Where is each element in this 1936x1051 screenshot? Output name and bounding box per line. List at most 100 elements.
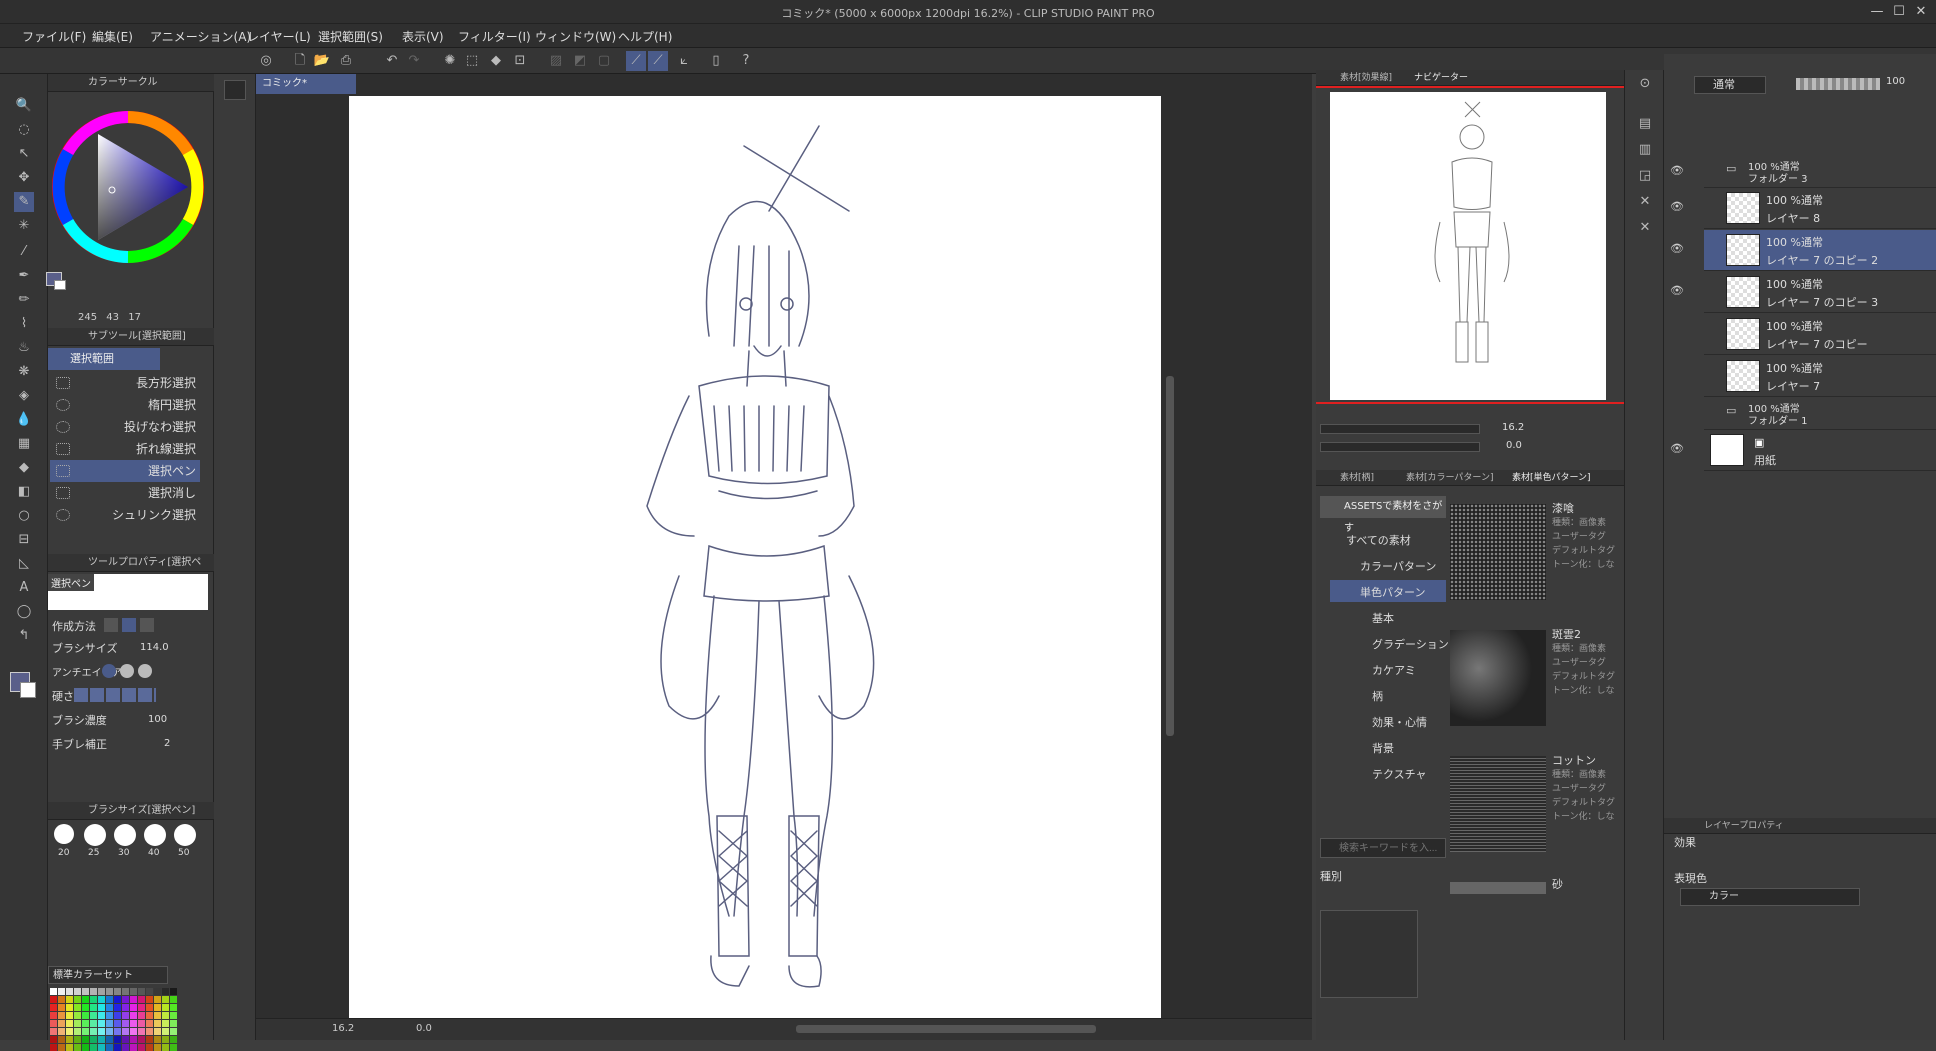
color-swatch[interactable] [162,988,169,995]
nav-rotate-slider[interactable] [1320,442,1480,452]
color-swatch[interactable] [58,988,65,995]
color-swatch[interactable] [114,1044,121,1051]
canvas-tab[interactable]: コミック* [256,74,356,94]
color-swatch[interactable] [114,1028,121,1035]
color-swatch[interactable] [82,1004,89,1011]
tree-basic[interactable]: 基本 [1372,610,1394,626]
eye-icon[interactable]: 👁 [1670,442,1684,455]
sub-tool-rect-select[interactable]: 長方形選択 [50,372,200,394]
fill-icon[interactable]: ◆ [486,51,506,71]
color-swatch[interactable] [98,996,105,1003]
balloon-tool-icon[interactable]: ◯ [14,602,34,622]
material-x-icon[interactable]: ✕ [1635,192,1655,212]
color-swatch[interactable] [66,996,73,1003]
operation-tool-icon[interactable]: ↖ [14,144,34,164]
color-swatch[interactable] [138,1004,145,1011]
material-thumb-spotcloud[interactable] [1450,630,1546,726]
color-wheel[interactable] [50,108,210,268]
color-swatch[interactable] [130,1004,137,1011]
color-swatch[interactable] [98,1004,105,1011]
layer-row[interactable]: 100 %通常 レイヤー 7 [1704,356,1936,397]
menu-view[interactable]: 表示(V) [402,28,444,45]
color-swatch[interactable] [50,996,57,1003]
color-swatch[interactable] [66,1012,73,1019]
color-swatch[interactable] [154,1012,161,1019]
help-icon[interactable]: ? [736,51,756,71]
color-swatch[interactable] [74,996,81,1003]
color-set-swatches[interactable] [50,988,177,1051]
tree-kakeami[interactable]: カケアミ [1372,662,1416,678]
menu-selection[interactable]: 選択範囲(S) [318,28,383,45]
frame-border-icon[interactable]: ⊟ [14,530,34,550]
color-swatch[interactable] [58,1004,65,1011]
tab-effect-lines[interactable]: 素材[効果線] [1340,70,1392,86]
color-swatch[interactable] [138,988,145,995]
text-tool-icon[interactable]: A [14,578,34,598]
expression-color-select[interactable]: カラー [1680,888,1860,906]
opacity-slider[interactable] [1796,78,1880,90]
menu-animation[interactable]: アニメーション(A) [150,28,251,45]
menu-layer[interactable]: レイヤー(L) [247,28,311,45]
hardness-slider[interactable] [74,688,156,702]
color-swatch[interactable] [58,996,65,1003]
material-thumb-cotton[interactable] [1450,756,1546,852]
color-swatch[interactable] [82,1020,89,1027]
close-button[interactable]: ✕ [1906,2,1936,22]
color-swatch[interactable] [154,1044,161,1051]
zoom-tool-icon[interactable]: 🔍 [14,96,34,116]
tab-mono-pattern[interactable]: 素材[単色パターン] [1512,470,1591,486]
assets-search-button[interactable]: ASSETSで素材をさがす [1320,496,1446,534]
frame-tool-icon[interactable]: ▦ [14,434,34,454]
color-swatch[interactable] [130,1044,137,1051]
color-swatch[interactable] [66,1028,73,1035]
color-swatch[interactable] [162,996,169,1003]
color-swatch[interactable] [162,1020,169,1027]
color-swatch[interactable] [170,1020,177,1027]
color-swatch[interactable] [122,1020,129,1027]
color-swatch[interactable] [90,1012,97,1019]
color-swatch[interactable] [170,1004,177,1011]
canvas-zoom-value[interactable]: 16.2 [332,1023,354,1034]
color-swatch[interactable] [146,1020,153,1027]
tree-all-materials[interactable]: すべての素材 [1346,532,1411,548]
color-swatch[interactable] [130,1012,137,1019]
fill-tool-icon[interactable]: ◆ [14,458,34,478]
color-swatch[interactable] [122,1044,129,1051]
color-swatch[interactable] [138,1020,145,1027]
antialias-low[interactable] [120,664,134,678]
navigator-preview[interactable] [1330,92,1606,400]
canvas-paper[interactable] [349,96,1161,1018]
transform-icon[interactable]: ⊡ [510,51,530,71]
density-value[interactable]: 100 [148,714,167,725]
tab-navigator[interactable]: ナビゲーター [1414,70,1468,86]
color-swatch[interactable] [138,1044,145,1051]
magic-wand-icon[interactable]: ✳ [14,216,34,236]
tree-color-pattern[interactable]: カラーパターン [1360,558,1436,574]
layer-row[interactable]: 👁 ▭ 100 %通常 フォルダー 3 [1670,156,1936,188]
color-swatch[interactable] [154,1004,161,1011]
material-search-input[interactable] [1320,838,1446,858]
color-swatch[interactable] [74,1020,81,1027]
color-swatch[interactable] [98,1028,105,1035]
color-swatch[interactable] [130,1028,137,1035]
sub-tool-shrink-select[interactable]: シュリンク選択 [50,504,200,526]
clip-studio-icon[interactable]: ◎ [256,51,276,71]
color-swatch[interactable] [122,1004,129,1011]
color-swatch[interactable] [50,1020,57,1027]
eye-icon[interactable]: 👁 [1670,284,1684,297]
color-swatch[interactable] [162,1004,169,1011]
pencil-tool-icon[interactable]: ✏ [14,290,34,310]
color-swatch[interactable] [82,988,89,995]
color-swatch[interactable] [162,1028,169,1035]
color-swatch[interactable] [90,996,97,1003]
correct-line-icon[interactable]: ↰ [14,626,34,646]
color-swatch[interactable] [58,1020,65,1027]
color-swatch[interactable] [90,1028,97,1035]
decoration-tool-icon[interactable]: ❋ [14,362,34,382]
search-icon[interactable]: ⊙ [1635,74,1655,94]
color-swatch[interactable] [162,1044,169,1051]
tree-background[interactable]: 背景 [1372,740,1394,756]
size-preset-dot[interactable] [144,824,166,846]
tab-color-pattern[interactable]: 素材[カラーパターン] [1406,470,1493,486]
size-preset-dot[interactable] [54,824,74,844]
